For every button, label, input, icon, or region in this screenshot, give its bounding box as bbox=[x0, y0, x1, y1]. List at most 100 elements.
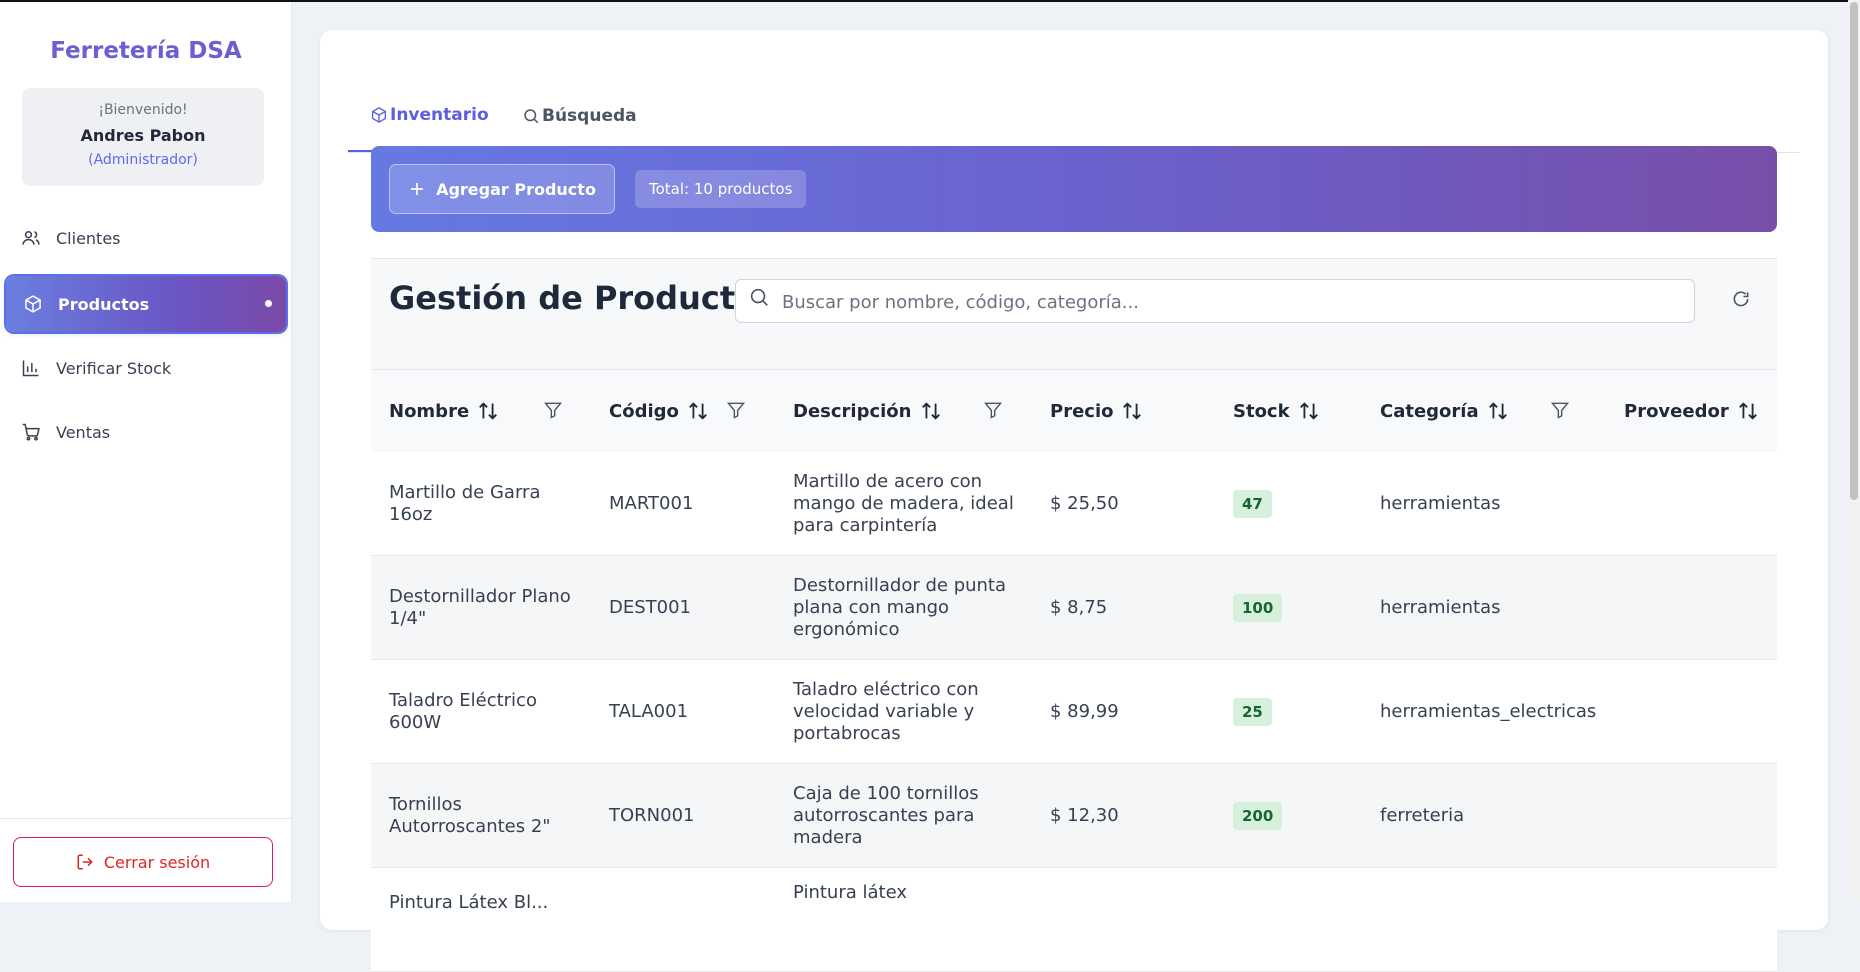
page-scrollbar[interactable] bbox=[1848, 0, 1860, 902]
cell-descripcion: Caja de 100 tornillos autorroscantes par… bbox=[793, 782, 979, 848]
sidebar-item-verificar-stock[interactable]: Verificar Stock bbox=[6, 342, 286, 394]
products-table-panel: Gestión de Productos Nombre Código Descr… bbox=[371, 258, 1777, 972]
logout-icon bbox=[76, 853, 94, 871]
plus-icon bbox=[408, 180, 426, 198]
search-input[interactable] bbox=[780, 280, 1684, 324]
column-header-nombre[interactable]: Nombre bbox=[389, 370, 499, 452]
cell-nombre: Martillo de Garra 16oz bbox=[389, 481, 541, 525]
sidebar-divider bbox=[0, 818, 292, 819]
column-header-stock[interactable]: Stock bbox=[1233, 370, 1320, 452]
cart-icon bbox=[20, 421, 42, 443]
column-label: Descripción bbox=[793, 400, 912, 422]
cell-nombre: Pintura Látex Bl... bbox=[389, 892, 549, 913]
table-title: Gestión de Productos bbox=[389, 279, 777, 317]
tab-inventario[interactable]: Inventario bbox=[348, 80, 511, 152]
column-header-codigo[interactable]: Código bbox=[609, 370, 709, 452]
user-name: Andres Pabon bbox=[80, 126, 206, 145]
column-label: Proveedor bbox=[1624, 400, 1729, 422]
main-panel: Inventario Búsqueda Agregar Producto Tot… bbox=[320, 30, 1828, 972]
sort-icon[interactable] bbox=[477, 400, 499, 422]
cell-codigo: DEST001 bbox=[609, 596, 692, 618]
cell-proveedor bbox=[1624, 556, 1764, 659]
sidebar-item-productos[interactable]: Productos bbox=[6, 276, 286, 332]
sort-icon[interactable] bbox=[687, 400, 709, 422]
tab-label: Inventario bbox=[390, 105, 489, 125]
sidebar-item-label: Clientes bbox=[56, 228, 121, 248]
cell-nombre: Destornillador Plano 1/4" bbox=[389, 585, 571, 629]
welcome-greeting: ¡Bienvenido! bbox=[98, 102, 188, 118]
active-indicator-dot bbox=[265, 300, 272, 307]
users-icon bbox=[20, 227, 42, 249]
sidebar-item-label: Ventas bbox=[56, 422, 111, 442]
table-row[interactable]: Pintura Látex Bl... Pintura látex bbox=[371, 868, 1777, 972]
cell-precio: $ 89,99 bbox=[1050, 700, 1119, 722]
table-row[interactable]: Taladro Eléctrico 600W TALA001 Taladro e… bbox=[371, 660, 1777, 764]
column-header-categoria[interactable]: Categoría bbox=[1380, 370, 1509, 452]
cell-proveedor bbox=[1624, 764, 1764, 867]
cell-categoria: herramientas bbox=[1380, 596, 1501, 618]
column-label: Precio bbox=[1050, 400, 1114, 422]
cell-categoria: ferreteria bbox=[1380, 804, 1465, 826]
table-row[interactable]: Tornillos Autorroscantes 2" TORN001 Caja… bbox=[371, 764, 1777, 868]
sort-icon[interactable] bbox=[1737, 400, 1759, 422]
cell-proveedor bbox=[1624, 452, 1764, 555]
column-header-descripcion[interactable]: Descripción bbox=[793, 370, 942, 452]
sidebar-item-label: Verificar Stock bbox=[56, 358, 172, 378]
filter-icon[interactable] bbox=[1550, 400, 1570, 420]
column-label: Nombre bbox=[389, 400, 470, 422]
logout-label: Cerrar sesión bbox=[103, 852, 211, 872]
cell-nombre: Tornillos Autorroscantes 2" bbox=[389, 793, 551, 837]
sort-icon[interactable] bbox=[1121, 400, 1143, 422]
filter-icon[interactable] bbox=[543, 400, 563, 420]
sidebar-item-ventas[interactable]: Ventas bbox=[6, 406, 286, 458]
add-product-button[interactable]: Agregar Producto bbox=[389, 164, 615, 214]
search-field bbox=[735, 279, 1695, 324]
column-label: Código bbox=[609, 400, 679, 422]
cell-stock: 200 bbox=[1233, 764, 1353, 867]
box-icon bbox=[22, 293, 44, 315]
table-row[interactable]: Destornillador Plano 1/4" DEST001 Destor… bbox=[371, 556, 1777, 660]
sidebar-item-label: Productos bbox=[58, 294, 150, 314]
sidebar-item-clientes[interactable]: Clientes bbox=[6, 212, 286, 264]
cell-categoria: herramientas_electricas bbox=[1380, 700, 1597, 722]
user-role: (Administrador) bbox=[88, 152, 198, 168]
refresh-icon[interactable] bbox=[1731, 289, 1751, 309]
cell-stock: 47 bbox=[1233, 452, 1353, 555]
filter-icon[interactable] bbox=[983, 400, 1003, 420]
sort-icon[interactable] bbox=[1298, 400, 1320, 422]
cell-categoria: herramientas bbox=[1380, 492, 1501, 514]
add-product-label: Agregar Producto bbox=[436, 179, 596, 199]
cell-precio: $ 25,50 bbox=[1050, 492, 1119, 514]
stock-badge: 200 bbox=[1233, 801, 1283, 830]
sort-icon[interactable] bbox=[920, 400, 942, 422]
column-header-proveedor[interactable]: Proveedor bbox=[1624, 370, 1759, 452]
column-label: Stock bbox=[1233, 400, 1290, 422]
stock-badge: 25 bbox=[1233, 697, 1272, 726]
tab-busqueda[interactable]: Búsqueda bbox=[522, 80, 637, 152]
cell-stock: 25 bbox=[1233, 660, 1353, 763]
box-icon bbox=[370, 106, 388, 124]
cell-precio: $ 12,30 bbox=[1050, 804, 1119, 826]
tab-bar: Inventario Búsqueda bbox=[348, 80, 1800, 153]
search-icon bbox=[522, 107, 540, 125]
scrollbar-thumb[interactable] bbox=[1850, 2, 1858, 500]
sort-icon[interactable] bbox=[1487, 400, 1509, 422]
stock-badge: 100 bbox=[1233, 593, 1283, 622]
cell-descripcion: Pintura látex bbox=[793, 882, 907, 903]
tab-label: Búsqueda bbox=[542, 106, 637, 126]
cell-proveedor bbox=[1624, 660, 1764, 763]
table-row[interactable]: Martillo de Garra 16oz MART001 Martillo … bbox=[371, 452, 1777, 556]
sidebar: Ferretería DSA ¡Bienvenido! Andres Pabon… bbox=[0, 2, 292, 902]
stock-badge: 47 bbox=[1233, 489, 1272, 518]
column-label: Categoría bbox=[1380, 400, 1479, 422]
logout-button[interactable]: Cerrar sesión bbox=[13, 837, 273, 887]
cell-codigo: TALA001 bbox=[609, 700, 689, 722]
cell-nombre: Taladro Eléctrico 600W bbox=[389, 689, 537, 733]
cell-descripcion: Destornillador de punta plana con mango … bbox=[793, 574, 1007, 640]
filter-icon[interactable] bbox=[726, 400, 746, 420]
column-header-precio[interactable]: Precio bbox=[1050, 370, 1143, 452]
brand-title: Ferretería DSA bbox=[50, 38, 242, 64]
actions-banner: Agregar Producto Total: 10 productos bbox=[371, 146, 1777, 232]
table-header: Nombre Código Descripción Precio Stock C… bbox=[371, 369, 1777, 453]
search-icon bbox=[748, 286, 770, 308]
